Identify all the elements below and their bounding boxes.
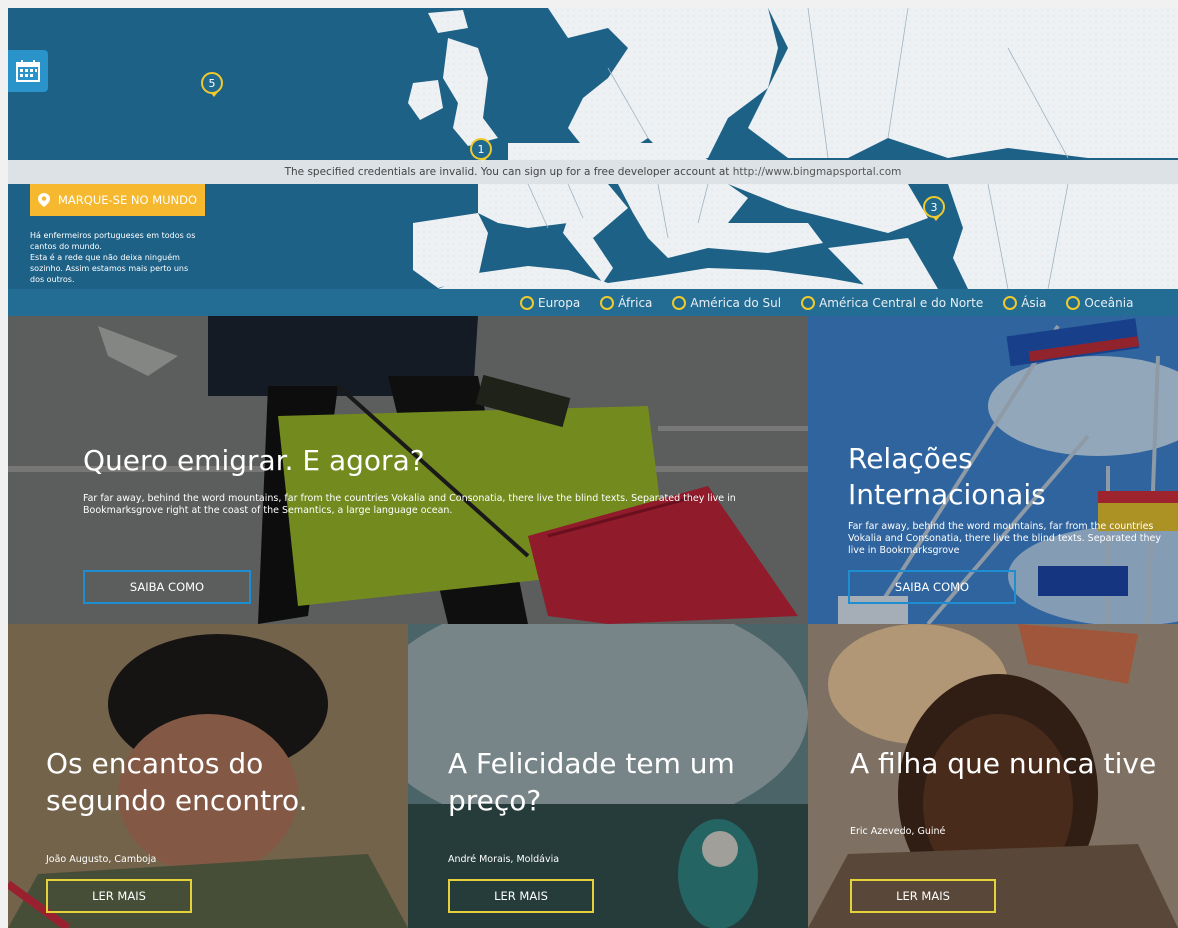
- hero-title-line1: Relações: [848, 442, 973, 475]
- hero-text: Far far away, behind the word mountains,…: [848, 521, 1161, 556]
- story-title-line1: A filha que nunca tive: [850, 747, 1157, 780]
- credentials-text: The specified credentials are invalid. Y…: [284, 166, 730, 178]
- hero-title-line2: Internacionais: [848, 478, 1046, 511]
- legend-item-asia[interactable]: Ásia: [1003, 295, 1047, 310]
- credentials-link[interactable]: http://www.bingmapsportal.com: [733, 166, 902, 178]
- story-author: Eric Azevedo, Guiné: [850, 826, 946, 837]
- circle-icon: [600, 295, 615, 310]
- map-description-line: sozinho. Assim estamos mais perto uns: [30, 264, 189, 273]
- story-title-line1: A Felicidade tem um: [448, 747, 735, 780]
- hero-card-international: Relações Internacionais Far far away, be…: [808, 316, 1178, 624]
- legend-label: Ásia: [1021, 295, 1047, 310]
- circle-icon: [1003, 295, 1018, 310]
- story-title-line2: preço?: [448, 784, 542, 817]
- circle-icon: [1066, 295, 1081, 310]
- mark-yourself-button[interactable]: MARQUE-SE NO MUNDO: [30, 184, 205, 216]
- map-description: Há enfermeiros portugueses em todos os c…: [30, 230, 220, 285]
- mark-yourself-label: MARQUE-SE NO MUNDO: [58, 193, 198, 207]
- story-author: André Morais, Moldávia: [448, 854, 560, 865]
- map-description-line: dos outros.: [30, 275, 75, 284]
- map-description-line: Há enfermeiros portugueses em todos os: [30, 231, 196, 240]
- legend-label: África: [618, 295, 653, 310]
- read-more-button[interactable]: LER MAIS: [850, 879, 996, 913]
- map-description-line: Esta é a rede que não deixa ninguém: [30, 253, 180, 262]
- region-legend: Europa África América do Sul América Cen…: [8, 289, 1178, 316]
- page-frame: 5 1 3 The specified credentials are inva…: [8, 8, 1178, 928]
- location-pin-icon: [38, 193, 50, 207]
- learn-how-button[interactable]: SAIBA COMO: [848, 570, 1016, 604]
- story-card: Os encantos do segundo encontro. João Au…: [8, 624, 408, 928]
- calendar-icon: [16, 60, 40, 82]
- legend-item-africa[interactable]: África: [600, 295, 653, 310]
- legend-label: Europa: [538, 295, 581, 310]
- hero-card-emigrate: Quero emigrar. E agora? Far far away, be…: [8, 316, 808, 624]
- map-marker[interactable]: 3: [923, 196, 945, 221]
- story-card: A filha que nunca tive Eric Azevedo, Gui…: [808, 624, 1178, 928]
- read-more-button[interactable]: LER MAIS: [448, 879, 594, 913]
- map-marker[interactable]: 1: [470, 138, 492, 163]
- story-title-line1: Os encantos do: [46, 747, 264, 780]
- story-author: João Augusto, Camboja: [46, 854, 157, 865]
- story-card: A Felicidade tem um preço? André Morais,…: [408, 624, 808, 928]
- learn-how-button[interactable]: SAIBA COMO: [83, 570, 251, 604]
- calendar-button[interactable]: [8, 50, 48, 92]
- hero-title: Quero emigrar. E agora?: [83, 444, 425, 477]
- legend-item-europa[interactable]: Europa: [520, 295, 581, 310]
- legend-item-oceania[interactable]: Oceânia: [1066, 295, 1134, 310]
- circle-icon: [672, 295, 687, 310]
- legend-label: América do Sul: [690, 295, 782, 310]
- legend-item-america-central-norte[interactable]: América Central e do Norte: [801, 295, 984, 310]
- hero-text: Far far away, behind the word mountains,…: [83, 493, 736, 516]
- map-description-line: cantos do mundo.: [30, 242, 102, 251]
- read-more-button[interactable]: LER MAIS: [46, 879, 192, 913]
- story-title-line2: segundo encontro.: [46, 784, 308, 817]
- legend-item-america-do-sul[interactable]: América do Sul: [672, 295, 782, 310]
- circle-icon: [520, 295, 534, 310]
- legend-label: América Central e do Norte: [819, 295, 984, 310]
- map-marker[interactable]: 5: [201, 72, 223, 97]
- circle-icon: [801, 295, 816, 310]
- credentials-warning: The specified credentials are invalid. Y…: [8, 160, 1178, 184]
- legend-label: Oceânia: [1084, 295, 1134, 310]
- world-map[interactable]: 5 1 3 The specified credentials are inva…: [8, 8, 1178, 316]
